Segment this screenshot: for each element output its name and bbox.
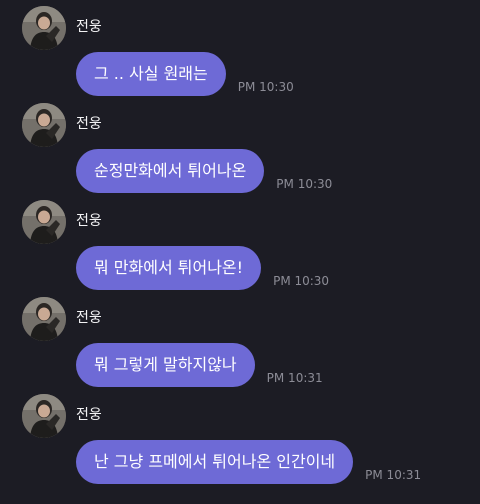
sender-name: 전웅 — [76, 213, 102, 229]
avatar[interactable] — [22, 394, 66, 438]
avatar[interactable] — [22, 103, 66, 147]
sender-name: 전웅 — [76, 19, 102, 35]
sender-name: 전웅 — [76, 407, 102, 423]
message-timestamp: PM 10:30 — [276, 177, 333, 191]
message-timestamp: PM 10:30 — [237, 80, 294, 94]
profile-photo-icon — [22, 200, 66, 244]
message-bubble[interactable]: 그 .. 사실 원래는 — [76, 52, 226, 96]
message-row: 그 .. 사실 원래는 PM 10:30 — [76, 52, 294, 96]
message-bubble[interactable]: 뭐 만화에서 튀어나온! — [76, 246, 262, 290]
chat-area: 전웅 그 .. 사실 원래는 PM 10:30 전웅 순정만화에서 튀어나온 P… — [0, 0, 480, 504]
message-row: 뭐 만화에서 튀어나온! PM 10:30 — [76, 246, 329, 290]
message-group: 전웅 난 그냥 프메에서 튀어나온 인간이네 PM 10:31 — [0, 394, 480, 490]
message-timestamp: PM 10:31 — [365, 468, 422, 482]
message-row: 난 그냥 프메에서 튀어나온 인간이네 PM 10:31 — [76, 440, 421, 484]
profile-photo-icon — [22, 6, 66, 50]
message-timestamp: PM 10:31 — [266, 371, 323, 385]
profile-photo-icon — [22, 297, 66, 341]
profile-photo-icon — [22, 103, 66, 147]
message-bubble[interactable]: 순정만화에서 튀어나온 — [76, 149, 265, 193]
message-row: 순정만화에서 튀어나온 PM 10:30 — [76, 149, 332, 193]
message-group: 전웅 순정만화에서 튀어나온 PM 10:30 — [0, 103, 480, 199]
message-timestamp: PM 10:30 — [273, 274, 330, 288]
avatar[interactable] — [22, 6, 66, 50]
sender-name: 전웅 — [76, 310, 102, 326]
message-group: 전웅 그 .. 사실 원래는 PM 10:30 — [0, 6, 480, 102]
avatar[interactable] — [22, 297, 66, 341]
profile-photo-icon — [22, 394, 66, 438]
message-group: 전웅 뭐 그렇게 말하지않나 PM 10:31 — [0, 297, 480, 393]
message-bubble[interactable]: 뭐 그렇게 말하지않나 — [76, 343, 255, 387]
message-bubble[interactable]: 난 그냥 프메에서 튀어나온 인간이네 — [76, 440, 354, 484]
avatar[interactable] — [22, 200, 66, 244]
message-group: 전웅 뭐 만화에서 튀어나온! PM 10:30 — [0, 200, 480, 296]
message-row: 뭐 그렇게 말하지않나 PM 10:31 — [76, 343, 323, 387]
sender-name: 전웅 — [76, 116, 102, 132]
